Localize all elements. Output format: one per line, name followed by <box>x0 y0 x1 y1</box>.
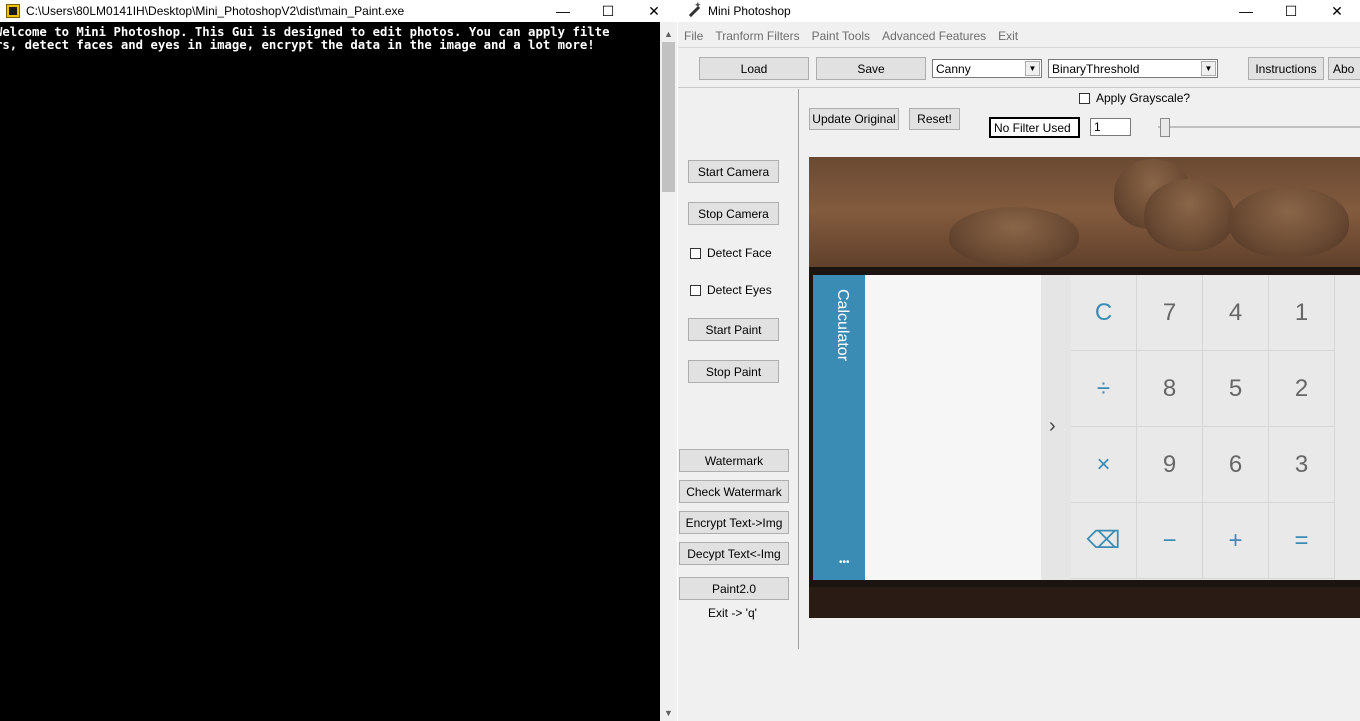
calculator-display-edge <box>1041 275 1071 580</box>
scroll-down-icon[interactable]: ▼ <box>660 704 677 721</box>
console-maximize-button[interactable]: ☐ <box>585 0 631 22</box>
detect-face-checkbox[interactable]: Detect Face <box>690 246 772 260</box>
checkbox-icon[interactable] <box>690 247 701 259</box>
calc-key: 7 <box>1137 275 1203 351</box>
calc-key: ÷ <box>1071 351 1137 427</box>
start-paint-button[interactable]: Start Paint <box>688 318 779 341</box>
watermark-button[interactable]: Watermark <box>679 449 789 472</box>
calc-key: 1 <box>1269 275 1335 351</box>
magic-wand-icon <box>686 0 702 19</box>
filter-status-field: No Filter Used <box>989 117 1080 138</box>
menu-separator <box>678 47 1360 48</box>
app-close-button[interactable]: ✕ <box>1314 0 1360 22</box>
detect-face-label: Detect Face <box>707 246 772 260</box>
finger-shape <box>1229 187 1349 257</box>
calculator-dots: ••• <box>839 557 850 568</box>
console-scrollbar[interactable]: ▲ ▼ <box>660 22 677 721</box>
chevron-down-icon[interactable]: ▼ <box>1201 61 1216 76</box>
stop-paint-button[interactable]: Stop Paint <box>688 360 779 383</box>
console-scroll-thumb[interactable] <box>662 42 675 192</box>
calc-key: C <box>1071 275 1137 351</box>
start-camera-button[interactable]: Start Camera <box>688 160 779 183</box>
menu-file[interactable]: File <box>678 29 709 43</box>
check-watermark-button[interactable]: Check Watermark <box>679 480 789 503</box>
finger-shape <box>949 207 1079 265</box>
sidebar-divider <box>798 89 799 649</box>
decrypt-text-button[interactable]: Decypt Text<-Img <box>679 542 789 565</box>
detect-eyes-label: Detect Eyes <box>707 283 772 297</box>
camera-image[interactable]: Calculator › C 7 4 1 ÷ 8 5 2 × 9 6 3 ⌫ −… <box>809 157 1360 618</box>
reset-button[interactable]: Reset! <box>909 108 960 130</box>
menu-exit[interactable]: Exit <box>992 29 1024 43</box>
console-window: C:\Users\80LM0141IH\Desktop\Mini_Photosh… <box>0 0 677 721</box>
checkbox-icon[interactable] <box>690 284 701 296</box>
detect-eyes-checkbox[interactable]: Detect Eyes <box>690 283 772 297</box>
finger-shape <box>1144 179 1234 251</box>
menu-transform-filters[interactable]: Tranform Filters <box>709 29 805 43</box>
calc-key: 5 <box>1203 351 1269 427</box>
console-line: rs, detect faces and eyes in image, encr… <box>0 37 595 52</box>
save-button[interactable]: Save <box>816 57 926 80</box>
stop-camera-button[interactable]: Stop Camera <box>688 202 779 225</box>
calc-key: × <box>1071 427 1137 503</box>
filter-select[interactable]: Canny ▼ <box>932 59 1042 78</box>
checkbox-icon[interactable] <box>1079 92 1090 104</box>
camera-bottom-shadow <box>809 587 1360 618</box>
app-window-title: Mini Photoshop <box>708 4 791 18</box>
apply-grayscale-checkbox[interactable]: Apply Grayscale? <box>1079 91 1190 105</box>
calc-key: + <box>1203 503 1269 579</box>
mini-photoshop-window: Mini Photoshop — ☐ ✕ File Tranform Filte… <box>678 0 1360 721</box>
calc-key: 4 <box>1203 275 1269 351</box>
app-maximize-button[interactable]: ☐ <box>1268 0 1314 22</box>
exit-hint-label: Exit -> 'q' <box>708 606 757 620</box>
menu-advanced-features[interactable]: Advanced Features <box>876 29 992 43</box>
scroll-up-icon[interactable]: ▲ <box>660 25 677 42</box>
calc-key: ⌫ <box>1071 503 1137 579</box>
calc-key: 2 <box>1269 351 1335 427</box>
calculator-display <box>865 275 1041 580</box>
value-entry[interactable]: 1 <box>1090 118 1131 136</box>
calc-key: = <box>1269 503 1335 579</box>
menu-bar: File Tranform Filters Paint Tools Advanc… <box>678 26 1360 46</box>
load-button[interactable]: Load <box>699 57 809 80</box>
console-minimize-button[interactable]: — <box>540 0 586 22</box>
console-app-icon <box>6 4 20 18</box>
apply-grayscale-label: Apply Grayscale? <box>1096 91 1191 105</box>
calc-key: 8 <box>1137 351 1203 427</box>
calc-key: − <box>1137 503 1203 579</box>
calculator-label: Calculator <box>834 289 851 362</box>
about-button[interactable]: Abo <box>1328 57 1360 80</box>
threshold-select[interactable]: BinaryThreshold ▼ <box>1048 59 1218 78</box>
console-window-title: C:\Users\80LM0141IH\Desktop\Mini_Photosh… <box>26 4 405 18</box>
chevron-down-icon[interactable]: ▼ <box>1025 61 1040 76</box>
app-minimize-button[interactable]: — <box>1223 0 1269 22</box>
filter-select-value: Canny <box>936 61 971 76</box>
menu-paint-tools[interactable]: Paint Tools <box>806 29 876 43</box>
encrypt-text-button[interactable]: Encrypt Text->Img <box>679 511 789 534</box>
calc-key: 6 <box>1203 427 1269 503</box>
console-line: Welcome to Mini Photoshop. This Gui is d… <box>0 26 610 39</box>
instructions-button[interactable]: Instructions <box>1248 57 1324 80</box>
console-close-button[interactable]: ✕ <box>631 0 677 22</box>
parameter-slider-thumb[interactable] <box>1160 118 1170 137</box>
parameter-slider-track[interactable] <box>1158 126 1360 128</box>
console-output: Welcome to Mini Photoshop. This Gui is d… <box>0 26 660 721</box>
threshold-select-value: BinaryThreshold <box>1052 61 1140 76</box>
calc-key: 9 <box>1137 427 1203 503</box>
update-original-button[interactable]: Update Original <box>809 108 899 130</box>
chevron-right-icon: › <box>1049 415 1056 437</box>
toolbar-divider <box>678 87 1360 88</box>
calc-key: 3 <box>1269 427 1335 503</box>
calculator-keypad: C 7 4 1 ÷ 8 5 2 × 9 6 3 ⌫ − + = <box>1071 275 1360 580</box>
paint2-button[interactable]: Paint2.0 <box>679 577 789 600</box>
